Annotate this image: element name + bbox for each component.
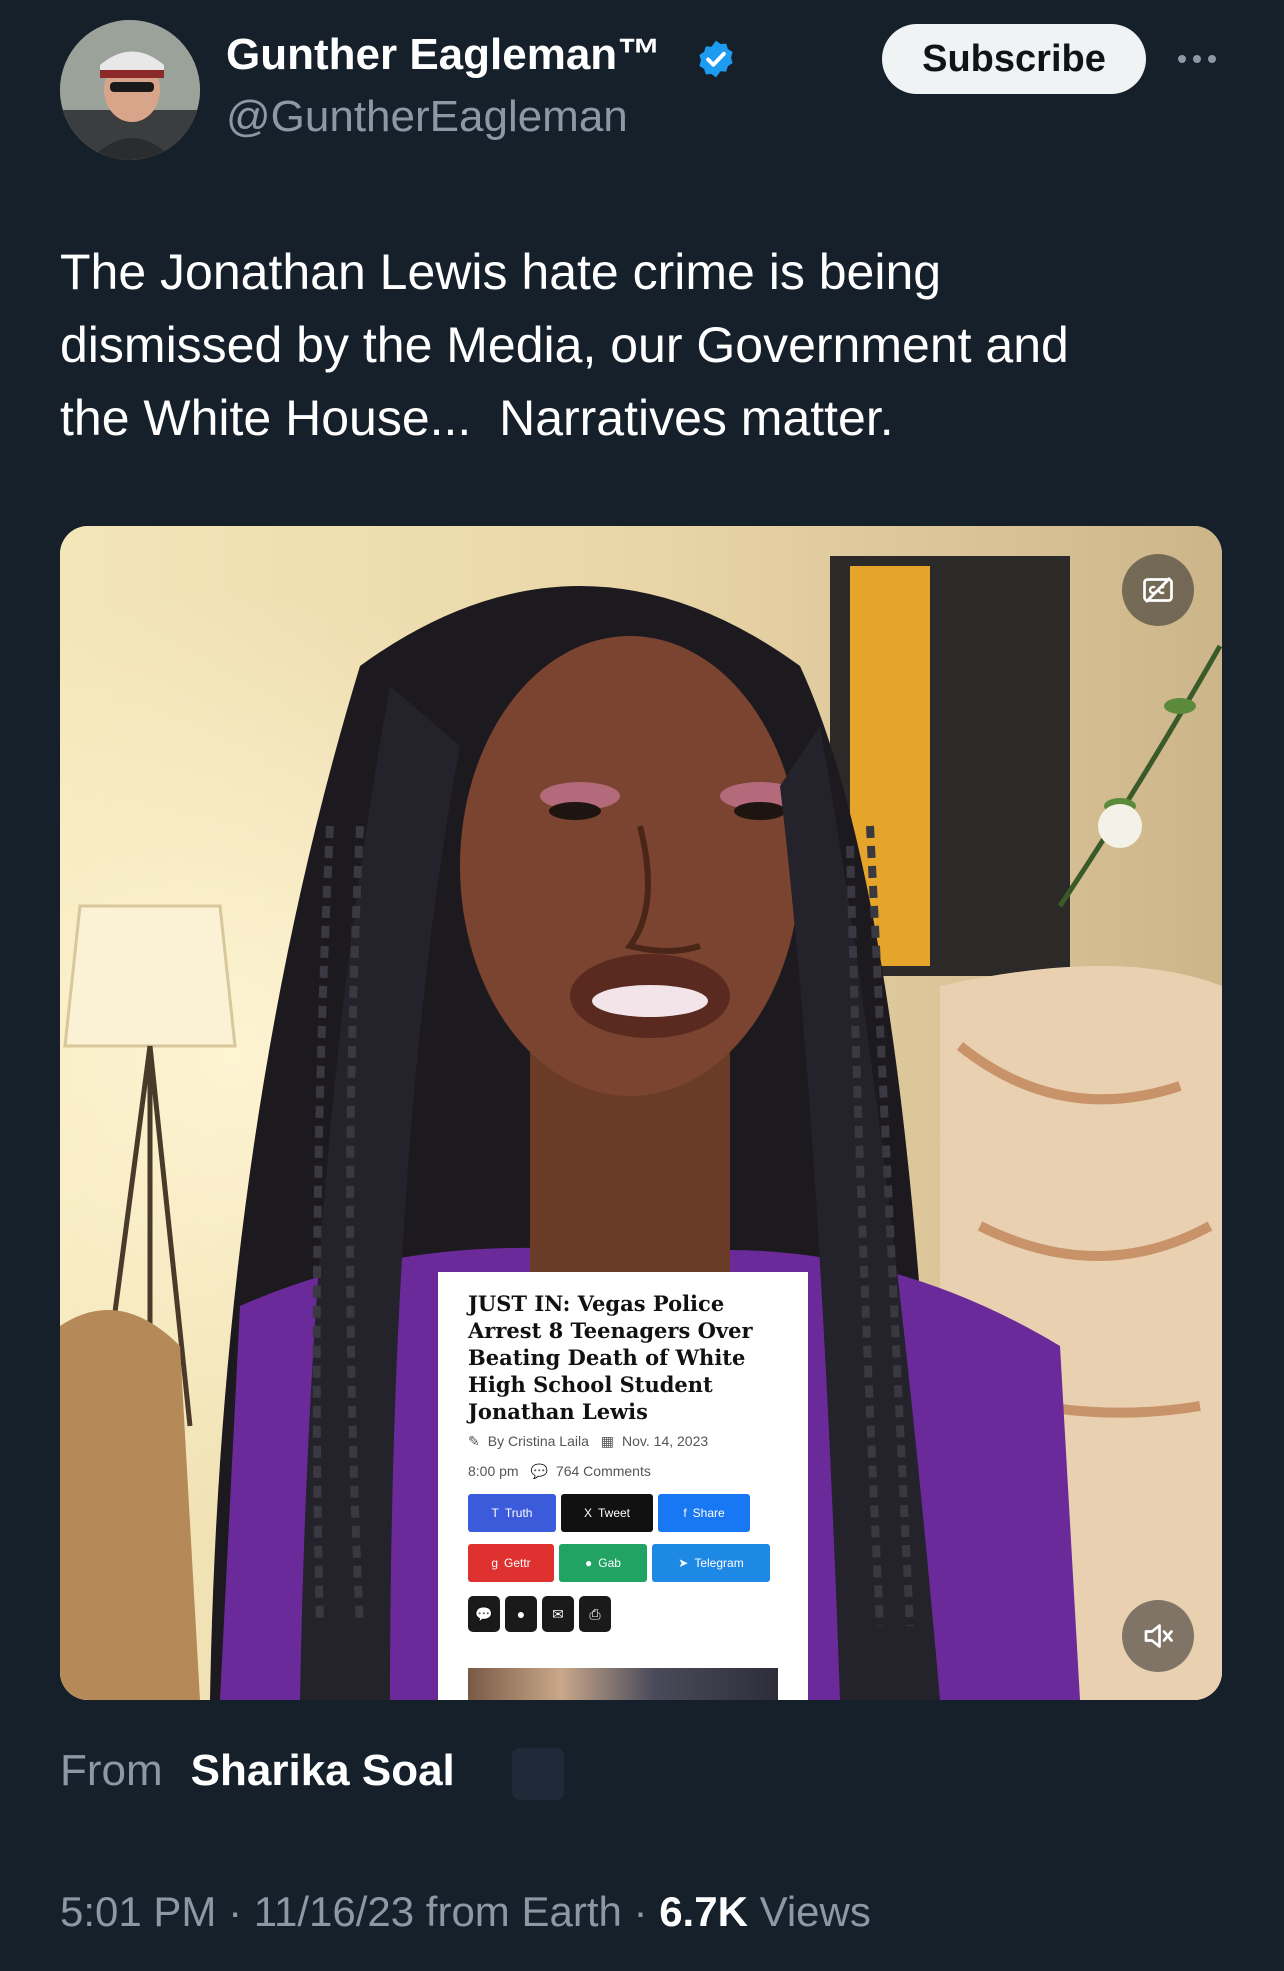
facebook-icon: f bbox=[683, 1506, 687, 1520]
mini-share-row: 💬 ● ✉ ⎙ bbox=[468, 1596, 611, 1632]
article-meta: ✎ By Cristina Laila ▦ Nov. 14, 2023 8:00 p… bbox=[468, 1426, 788, 1486]
gab-icon: ● bbox=[585, 1556, 593, 1570]
muted-speaker-icon[interactable] bbox=[1122, 1600, 1194, 1672]
attribution-badge bbox=[512, 1748, 564, 1800]
article-comments: 764 Comments bbox=[555, 1463, 651, 1479]
from-label: From bbox=[60, 1746, 163, 1795]
share-label: Telegram bbox=[694, 1556, 744, 1570]
meta-separator: · bbox=[216, 1888, 254, 1935]
share-label: Share bbox=[692, 1506, 725, 1520]
messenger-icon: ● bbox=[505, 1596, 537, 1632]
video-attribution: From Sharika Soal bbox=[60, 1746, 455, 1796]
article-time: 8:00 pm bbox=[468, 1463, 519, 1479]
gab-share-button: ● Gab bbox=[559, 1544, 647, 1582]
article-screenshot: JUST IN: Vegas Police Arrest 8 Teenagers… bbox=[438, 1272, 808, 1700]
attribution-name[interactable]: Sharika Soal bbox=[191, 1746, 455, 1795]
more-horizontal-icon[interactable] bbox=[1172, 34, 1222, 84]
meta-separator: · bbox=[621, 1888, 660, 1935]
x-icon: X bbox=[583, 1506, 592, 1520]
tweet-text-line: The Jonathan Lewis hate crime is being bbox=[60, 244, 942, 300]
tweet-share-button: X Tweet bbox=[561, 1494, 653, 1532]
share-label: Truth bbox=[504, 1506, 533, 1520]
share-label: Gettr bbox=[504, 1556, 531, 1570]
tweet-text-line: the White House... Narratives matter. bbox=[60, 390, 894, 446]
truth-icon: T bbox=[491, 1506, 499, 1520]
article-date: Nov. 14, 2023 bbox=[622, 1433, 709, 1449]
share-label: Tweet bbox=[598, 1506, 631, 1520]
author-handle[interactable]: @GuntherEagleman bbox=[226, 92, 628, 142]
sms-icon: 💬 bbox=[468, 1596, 500, 1632]
article-byline: By Cristina Laila bbox=[487, 1433, 589, 1449]
tweet-text-line: dismissed by the Media, our Government a… bbox=[60, 317, 1069, 373]
share-label: Gab bbox=[598, 1556, 621, 1570]
article-photo bbox=[468, 1668, 778, 1700]
closed-captions-icon[interactable] bbox=[1122, 554, 1194, 626]
verified-badge-icon bbox=[699, 40, 733, 78]
print-icon: ⎙ bbox=[579, 1596, 611, 1632]
share-row: T Truth X Tweet f Share bbox=[468, 1494, 750, 1532]
article-headline: JUST IN: Vegas Police Arrest 8 Teenagers… bbox=[468, 1291, 753, 1424]
share-row: ɡ Gettr ● Gab ➤ Telegram bbox=[468, 1544, 770, 1582]
views-count: 6.7K bbox=[659, 1888, 748, 1935]
pencil-icon: ✎ bbox=[468, 1433, 480, 1449]
author-display-name[interactable]: Gunther Eagleman™ bbox=[226, 30, 661, 80]
tweet-date-source[interactable]: 11/16/23 from Earth bbox=[254, 1888, 622, 1935]
author-avatar[interactable] bbox=[60, 20, 200, 160]
facebook-share-button: f Share bbox=[658, 1494, 750, 1532]
gettr-share-button: ɡ Gettr bbox=[468, 1544, 554, 1582]
telegram-icon: ➤ bbox=[678, 1556, 689, 1570]
video-player[interactable]: JUST IN: Vegas Police Arrest 8 Teenagers… bbox=[60, 526, 1222, 1700]
gettr-icon: ɡ bbox=[491, 1556, 498, 1570]
views-label: Views bbox=[747, 1888, 871, 1935]
subscribe-button[interactable]: Subscribe bbox=[882, 24, 1146, 94]
calendar-icon: ▦ bbox=[600, 1433, 615, 1449]
tweet-time[interactable]: 5:01 PM bbox=[60, 1888, 216, 1935]
email-icon: ✉ bbox=[542, 1596, 574, 1632]
comment-icon: 💬 bbox=[530, 1463, 548, 1479]
tweet-meta: 5:01 PM · 11/16/23 from Earth · 6.7K Vie… bbox=[60, 1888, 871, 1936]
tweet-text: The Jonathan Lewis hate crime is being d… bbox=[60, 236, 1220, 455]
telegram-share-button: ➤ Telegram bbox=[652, 1544, 770, 1582]
truth-share-button: T Truth bbox=[468, 1494, 556, 1532]
